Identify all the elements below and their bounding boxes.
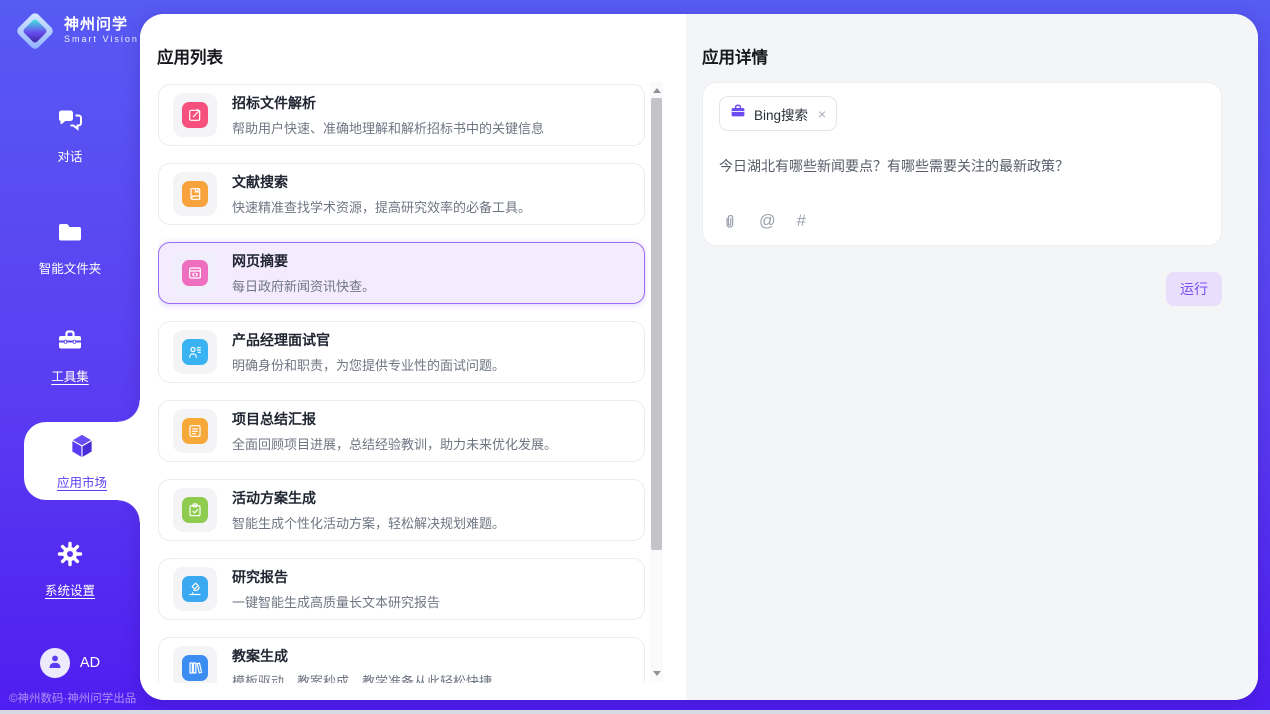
sidebar-item-label: 智能文件夹 xyxy=(39,258,102,277)
cube-icon xyxy=(67,431,97,466)
edit-doc-icon xyxy=(182,102,208,128)
clipboard-check-icon xyxy=(182,497,208,523)
input-toolbar: @ # xyxy=(721,212,806,231)
interviewer-icon xyxy=(182,339,208,365)
app-detail-panel: 应用详情 Bing搜索 × 今日湖北有哪些新闻要点？有哪些需要关注的最新政策？ … xyxy=(686,14,1258,700)
scrollbar-thumb[interactable] xyxy=(651,98,662,550)
books-icon xyxy=(182,655,208,681)
tool-tag-label: Bing搜索 xyxy=(754,104,808,124)
app-list-title: 应用列表 xyxy=(157,44,223,68)
app-item-desc: 快速精准查找学术资源，提高研究效率的必备工具。 xyxy=(232,197,531,216)
app-list-item-3[interactable]: 网页摘要 每日政府新闻资讯快查。 xyxy=(158,242,645,304)
app-list-item-5[interactable]: 项目总结汇报 全面回顾项目进展，总结经验教训，助力未来优化发展。 xyxy=(158,400,645,462)
brand-subtitle: Smart Vision xyxy=(64,35,139,45)
app-list-panel: 应用列表 招标文件解析 帮助用户快速、准确地理解和解析招标书中的关键信息 文献搜… xyxy=(140,14,686,700)
sidebar-item-label: 对话 xyxy=(57,146,82,165)
app-list-item-8[interactable]: 教案生成 模板驱动，教案秒成，教学准备从此轻松快捷 xyxy=(158,637,645,683)
close-icon[interactable]: × xyxy=(818,107,826,121)
brand-logo: 神州问学 Smart Vision xyxy=(14,10,139,52)
brand-diamond-icon xyxy=(14,10,56,52)
app-item-title: 产品经理面试官 xyxy=(232,330,505,350)
app-list: 招标文件解析 帮助用户快速、准确地理解和解析招标书中的关键信息 文献搜索 快速精… xyxy=(158,82,647,683)
person-icon xyxy=(46,652,64,675)
copyright-footer: ©神州数码·神州问学出品 xyxy=(9,690,136,706)
tool-tag-bing-search[interactable]: Bing搜索 × xyxy=(719,96,837,131)
app-item-title: 招标文件解析 xyxy=(232,93,544,113)
scroll-down-button[interactable] xyxy=(650,666,663,680)
app-icon-frame xyxy=(173,93,217,137)
run-button[interactable]: 运行 xyxy=(1166,272,1222,306)
app-item-desc: 明确身份和职责，为您提供专业性的面试问题。 xyxy=(232,355,505,374)
microscope-icon xyxy=(182,576,208,602)
app-icon-frame xyxy=(173,488,217,532)
web-code-icon xyxy=(182,260,208,286)
main-content: 应用列表 招标文件解析 帮助用户快速、准确地理解和解析招标书中的关键信息 文献搜… xyxy=(140,14,1258,700)
app-list-item-2[interactable]: 文献搜索 快速精准查找学术资源，提高研究效率的必备工具。 xyxy=(158,163,645,225)
app-icon-frame xyxy=(173,409,217,453)
user-initials: AD xyxy=(80,655,100,671)
app-item-title: 教案生成 xyxy=(232,646,492,666)
app-item-title: 文献搜索 xyxy=(232,172,531,192)
scroll-up-button[interactable] xyxy=(650,83,663,97)
app-icon-frame xyxy=(173,567,217,611)
app-item-desc: 一键智能生成高质量长文本研究报告 xyxy=(232,592,440,611)
sidebar-item-smart-folder[interactable]: 智能文件夹 xyxy=(0,218,140,277)
folder-icon xyxy=(56,218,84,251)
paperclip-icon[interactable] xyxy=(721,212,738,231)
app-item-title: 研究报告 xyxy=(232,567,440,587)
triangle-up-icon xyxy=(653,88,661,93)
window-bottom-edge xyxy=(0,710,1270,714)
app-list-item-7[interactable]: 研究报告 一键智能生成高质量长文本研究报告 xyxy=(158,558,645,620)
book-icon xyxy=(182,181,208,207)
user-account[interactable]: AD xyxy=(0,648,140,678)
app-item-desc: 每日政府新闻资讯快查。 xyxy=(232,276,375,295)
sidebar-item-toolset[interactable]: 工具集 xyxy=(0,326,140,385)
hash-icon[interactable]: # xyxy=(797,212,806,231)
gear-icon xyxy=(56,540,84,573)
app-item-desc: 模板驱动，教案秒成，教学准备从此轻松快捷 xyxy=(232,671,492,683)
app-item-desc: 全面回顾项目进展，总结经验教训，助力未来优化发展。 xyxy=(232,434,557,453)
sidebar-item-settings[interactable]: 系统设置 xyxy=(0,540,140,599)
sidebar-item-chat[interactable]: 对话 xyxy=(0,106,140,165)
app-list-item-1[interactable]: 招标文件解析 帮助用户快速、准确地理解和解析招标书中的关键信息 xyxy=(158,84,645,146)
at-icon[interactable]: @ xyxy=(759,212,776,231)
app-item-title: 网页摘要 xyxy=(232,251,375,271)
app-detail-title: 应用详情 xyxy=(702,44,768,68)
app-icon-frame xyxy=(173,251,217,295)
sidebar-item-app-market[interactable]: 应用市场 xyxy=(24,422,140,500)
sidebar: 神州问学 Smart Vision 对话 智能文件夹 工具集 应用市场 系统设置 xyxy=(0,0,140,714)
toolbox-icon xyxy=(56,326,84,359)
app-list-scrollbar[interactable] xyxy=(650,82,663,681)
app-item-title: 活动方案生成 xyxy=(232,488,505,508)
app-item-desc: 智能生成个性化活动方案，轻松解决规划难题。 xyxy=(232,513,505,532)
app-item-title: 项目总结汇报 xyxy=(232,409,557,429)
app-icon-frame xyxy=(173,646,217,683)
memo-icon xyxy=(182,418,208,444)
app-icon-frame xyxy=(173,330,217,374)
query-text[interactable]: 今日湖北有哪些新闻要点？有哪些需要关注的最新政策？ xyxy=(719,156,1205,176)
app-icon-frame xyxy=(173,172,217,216)
app-item-desc: 帮助用户快速、准确地理解和解析招标书中的关键信息 xyxy=(232,118,544,137)
briefcase-icon xyxy=(730,103,746,124)
triangle-down-icon xyxy=(653,671,661,676)
avatar[interactable] xyxy=(40,648,70,678)
sidebar-item-label: 应用市场 xyxy=(57,472,107,491)
sidebar-item-label: 工具集 xyxy=(51,366,89,385)
app-list-item-4[interactable]: 产品经理面试官 明确身份和职责，为您提供专业性的面试问题。 xyxy=(158,321,645,383)
app-list-item-6[interactable]: 活动方案生成 智能生成个性化活动方案，轻松解决规划难题。 xyxy=(158,479,645,541)
prompt-card[interactable]: Bing搜索 × 今日湖北有哪些新闻要点？有哪些需要关注的最新政策？ @ # xyxy=(702,82,1222,246)
sidebar-item-label: 系统设置 xyxy=(45,580,95,599)
chat-icon xyxy=(56,106,84,139)
brand-name: 神州问学 xyxy=(64,17,139,34)
